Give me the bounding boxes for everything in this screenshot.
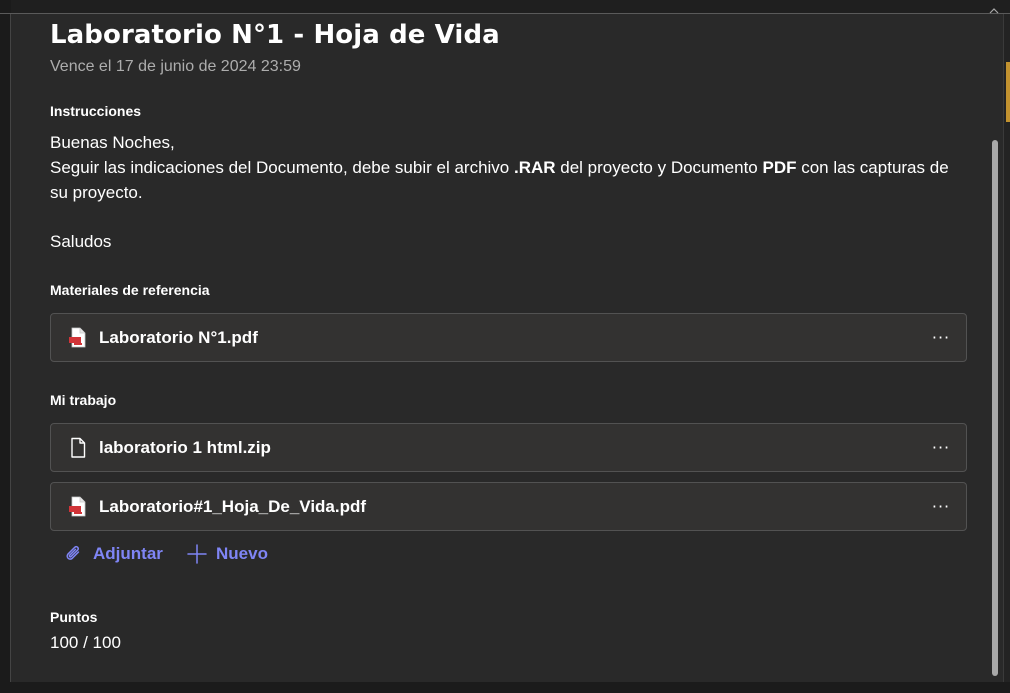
attach-button[interactable]: Adjuntar <box>64 544 163 564</box>
instructions-pdf-bold: PDF <box>762 158 797 177</box>
work-file-card[interactable]: laboratorio 1 html.zip ··· <box>50 423 967 472</box>
file-name: Laboratorio#1_Hoja_De_Vida.pdf <box>99 497 367 516</box>
more-options-button[interactable]: ··· <box>930 326 952 348</box>
vertical-scrollbar[interactable] <box>992 140 998 676</box>
instructions-label: Instrucciones <box>50 103 142 119</box>
reference-materials-label: Materiales de referencia <box>50 282 210 298</box>
more-options-button[interactable]: ··· <box>930 436 952 458</box>
instructions-text-part: del proyecto y Documento <box>555 158 763 177</box>
instructions-body: Seguir las indicaciones del Documento, d… <box>50 155 970 205</box>
scroll-up-icon[interactable] <box>987 8 1001 14</box>
points-value: 100 / 100 <box>50 633 121 652</box>
points-label: Puntos <box>50 609 98 625</box>
background-window-peek <box>1006 62 1010 122</box>
instructions-closing: Saludos <box>50 232 112 251</box>
paperclip-icon <box>66 545 80 560</box>
assignment-title: Laboratorio N°1 - Hoja de Vida <box>50 20 500 50</box>
instructions-text-part: Seguir las indicaciones del Documento, d… <box>50 158 514 177</box>
work-file-card[interactable]: Laboratorio#1_Hoja_De_Vida.pdf ··· <box>50 482 967 531</box>
more-options-button[interactable]: ··· <box>930 495 952 517</box>
file-name: Laboratorio N°1.pdf <box>99 328 258 347</box>
file-name: laboratorio 1 html.zip <box>99 438 271 457</box>
due-date: Vence el 17 de junio de 2024 23:59 <box>50 58 301 75</box>
reference-file-card[interactable]: Laboratorio N°1.pdf ··· <box>50 313 967 362</box>
plus-icon <box>187 544 207 564</box>
bottom-edge <box>0 682 1010 693</box>
new-button[interactable]: Nuevo <box>187 544 268 564</box>
instructions-greeting: Buenas Noches, <box>50 133 175 152</box>
document-file-icon <box>71 437 86 458</box>
attach-label: Adjuntar <box>93 544 163 563</box>
my-work-label: Mi trabajo <box>50 392 117 408</box>
instructions-text: Buenas Noches, Seguir las indicaciones d… <box>50 130 970 254</box>
new-label: Nuevo <box>216 544 268 563</box>
pdf-file-icon <box>69 496 86 517</box>
pdf-file-icon <box>69 327 86 348</box>
instructions-rar-bold: .RAR <box>513 158 556 177</box>
